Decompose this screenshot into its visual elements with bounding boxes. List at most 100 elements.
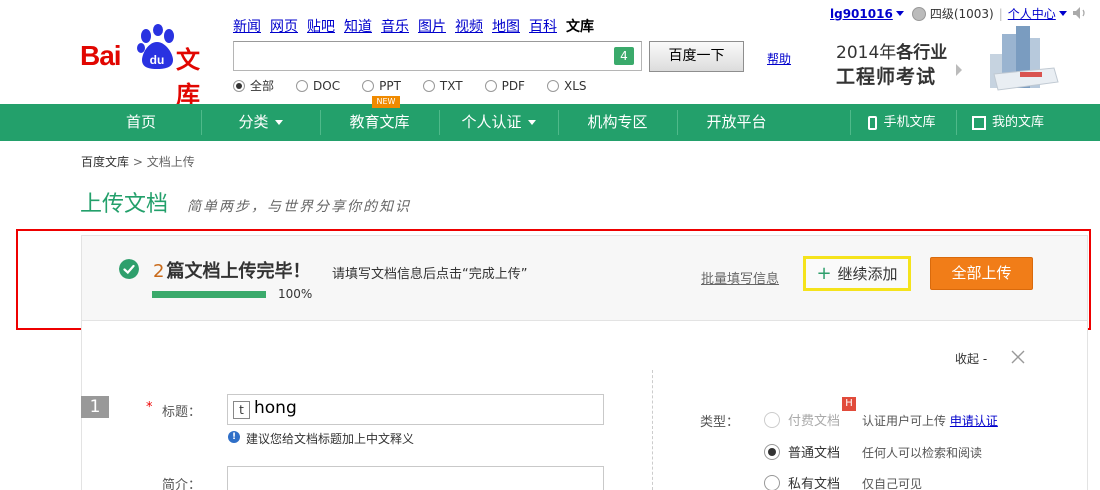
baidu-paw-icon: du	[137, 24, 174, 69]
required-mark: *	[146, 400, 153, 415]
upload-count: 2	[153, 261, 165, 282]
chevron-down-icon[interactable]	[1058, 11, 1067, 16]
collapse-toggle[interactable]: 收起 -	[955, 350, 987, 367]
type-option-desc: 认证用户可上传 申请认证	[862, 412, 998, 429]
nav-my-wenku[interactable]: 我的文库	[962, 104, 1054, 141]
logo-bai-text: Bai	[80, 40, 122, 71]
plus-icon: +	[816, 263, 832, 284]
radio-icon[interactable]	[764, 443, 780, 460]
doc-type-label: PPT	[379, 78, 401, 93]
search-button[interactable]: 百度一下	[649, 41, 744, 72]
chevron-down-icon[interactable]	[895, 11, 904, 16]
progress-percent: 100%	[278, 287, 313, 301]
nav-link-news[interactable]: 新闻	[233, 16, 261, 36]
nav-link-images[interactable]: 图片	[418, 16, 446, 36]
doc-type-ppt[interactable]: PPT	[362, 77, 401, 94]
doc-type-xls[interactable]: XLS	[546, 77, 587, 94]
radio-icon[interactable]	[233, 79, 245, 92]
batch-fill-link[interactable]: 批量填写信息	[701, 268, 779, 287]
user-bar: lg901016 四级(1003) | 个人中心	[830, 5, 1071, 22]
apply-cert-link[interactable]: 申请认证	[950, 414, 998, 428]
level-medal-icon	[911, 6, 926, 21]
type-option-label: 普通文档	[788, 446, 841, 461]
collapse-label: 收起	[955, 352, 980, 366]
doc-type-label: PDF	[501, 78, 525, 93]
doc-type-label: 全部	[250, 79, 275, 93]
type-option-normal[interactable]: 普通文档	[764, 442, 840, 461]
intro-textarea[interactable]	[227, 466, 604, 490]
nav-open-platform-label: 开放平台	[706, 113, 767, 131]
upload-progress-bar	[152, 291, 266, 298]
radio-icon[interactable]	[362, 79, 375, 92]
text-type-icon: t	[233, 401, 250, 419]
radio-icon[interactable]	[422, 79, 435, 92]
nav-link-map[interactable]: 地图	[492, 16, 520, 36]
title-input[interactable]: t hong	[227, 394, 604, 425]
radio-icon[interactable]	[296, 79, 309, 92]
doc-type-filter: 全部 DOC PPT TXT PDF XLS	[233, 77, 609, 94]
nav-home[interactable]: 首页	[81, 104, 201, 141]
breadcrumb-root[interactable]: 百度文库	[81, 155, 129, 169]
nav-institution[interactable]: 机构专区	[558, 104, 677, 141]
type-option-desc: 仅自己可见	[862, 477, 923, 490]
page-subtitle: 简单两步，与世界分享你的知识	[187, 199, 411, 215]
nav-open-platform[interactable]: 开放平台	[677, 104, 796, 141]
chevron-down-icon	[527, 120, 536, 125]
continue-add-label: 继续添加	[837, 265, 898, 283]
type-option-label: 私有文档	[788, 477, 841, 490]
nav-current-wenku: 文库	[566, 19, 594, 35]
nav-education-label: 教育文库	[349, 113, 410, 131]
nav-home-label: 首页	[125, 113, 156, 131]
nav-category[interactable]: 分类	[201, 104, 320, 141]
engineer-exam-ad[interactable]: 2014年各行业 工程师考试	[836, 24, 1066, 98]
nav-category-label: 分类	[238, 113, 269, 131]
type-option-paid[interactable]: 付费文档	[764, 410, 840, 429]
nav-link-baike[interactable]: 百科	[529, 16, 557, 36]
doc-type-doc[interactable]: DOC	[296, 77, 340, 94]
doc-type-all[interactable]: 全部	[233, 77, 274, 94]
speaker-icon[interactable]	[1072, 6, 1088, 20]
continue-add-button[interactable]: + 继续添加	[803, 256, 911, 291]
upload-all-button[interactable]: 全部上传	[930, 257, 1033, 290]
search-count-badge: 4	[614, 47, 634, 65]
hot-badge: H	[842, 397, 856, 411]
divider	[850, 110, 851, 135]
radio-icon[interactable]	[546, 79, 559, 92]
product-nav: 新闻 网页 贴吧 知道 音乐 图片 视频 地图 百科 文库	[233, 16, 594, 36]
breadcrumb-sep: >	[132, 155, 143, 169]
radio-icon[interactable]	[764, 474, 780, 490]
chevron-down-icon	[274, 120, 283, 125]
nav-mobile-wenku[interactable]: 手机文库	[856, 104, 948, 141]
doc-type-txt[interactable]: TXT	[422, 77, 463, 94]
nav-link-video[interactable]: 视频	[455, 16, 483, 36]
type-option-private[interactable]: 私有文档	[764, 473, 840, 490]
upload-status-text: 篇文档上传完毕！	[166, 261, 311, 282]
ad-line-1-bold: 各行业	[896, 43, 948, 63]
nav-link-tieba[interactable]: 贴吧	[307, 16, 335, 36]
close-icon[interactable]	[1011, 350, 1025, 364]
search-input[interactable]	[233, 41, 642, 71]
doc-type-pdf[interactable]: PDF	[484, 77, 525, 94]
user-center-link[interactable]: 个人中心	[1008, 5, 1056, 22]
breadcrumb: 百度文库 > 文档上传	[81, 153, 195, 170]
radio-icon[interactable]	[764, 411, 780, 428]
baidu-wenku-logo[interactable]: Bai du 文库	[80, 22, 222, 109]
nav-personal-cert[interactable]: 个人认证	[439, 104, 558, 141]
type-option-label: 付费文档	[788, 414, 841, 429]
user-level: 四级(1003)	[929, 7, 994, 21]
info-icon: !	[228, 431, 240, 443]
progress-fill	[152, 291, 266, 298]
collapse-arrow: -	[982, 352, 988, 366]
nav-link-music[interactable]: 音乐	[381, 16, 409, 36]
intro-label: 简介：	[162, 478, 202, 490]
nav-institution-label: 机构专区	[587, 113, 648, 131]
breadcrumb-current: 文档上传	[146, 155, 195, 169]
help-link[interactable]: 帮助	[767, 50, 791, 67]
radio-icon[interactable]	[484, 79, 497, 92]
logo-du-text: du	[150, 53, 165, 67]
doc-type-label: TXT	[439, 78, 463, 93]
nav-education[interactable]: 教育文库	[320, 104, 439, 141]
username-link[interactable]: lg901016	[830, 7, 893, 21]
nav-link-web[interactable]: 网页	[270, 16, 298, 36]
nav-link-zhidao[interactable]: 知道	[344, 16, 372, 36]
